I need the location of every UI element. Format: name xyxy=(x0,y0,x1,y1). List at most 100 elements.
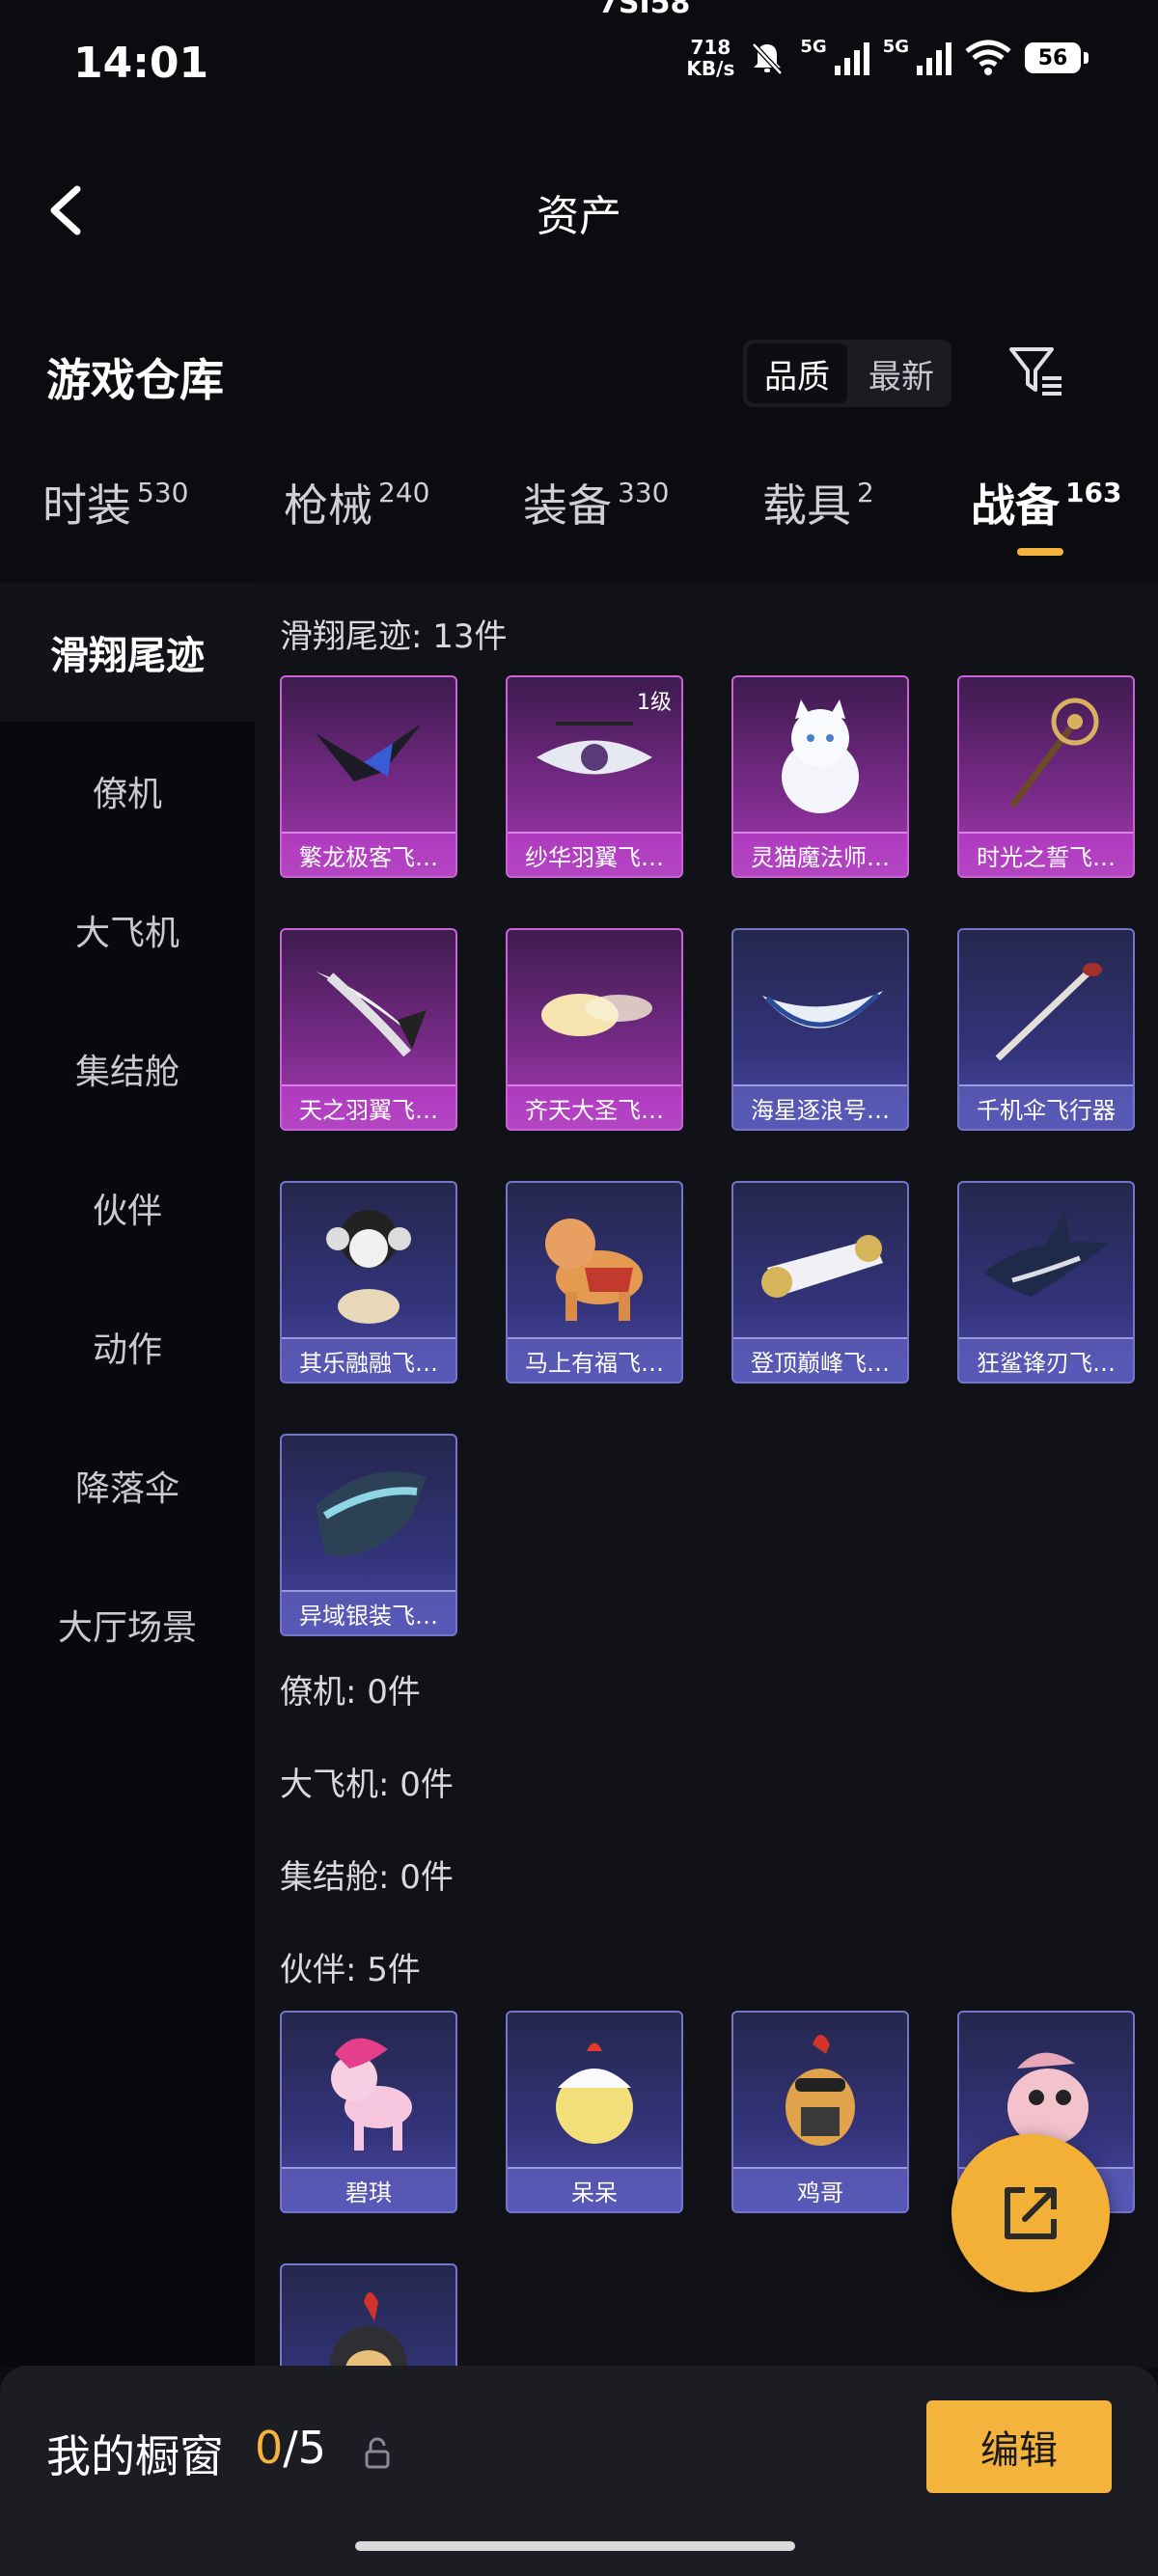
tab-battle-prep[interactable]: 战备 163 xyxy=(971,471,1122,556)
item-card[interactable]: 呆呆 xyxy=(506,2011,683,2213)
group-header-glide: 滑翔尾迹: 13件 xyxy=(280,617,508,656)
item-name: 海星逐浪号… xyxy=(733,1084,907,1129)
item-card[interactable]: 千机伞飞行器 xyxy=(957,928,1135,1131)
sidebar-item-assembly-pod[interactable]: 集结舱 xyxy=(0,1000,255,1138)
tab-equipment[interactable]: 装备 330 xyxy=(523,471,669,534)
tab-guns[interactable]: 枪械 240 xyxy=(284,471,429,534)
status-bar: 14:01 7SI58 718 KB/s 5G 5G 56 xyxy=(0,0,1158,125)
signal-icon-2 xyxy=(917,41,951,75)
sidebar-item-glide-trail[interactable]: 滑翔尾迹 xyxy=(0,583,255,722)
item-image xyxy=(959,1183,1133,1343)
group-header-partner: 伙伴: 5件 xyxy=(280,1951,421,1989)
sidebar: 滑翔尾迹 僚机 大飞机 集结舱 伙伴 动作 降落伞 大厅场景 xyxy=(0,583,255,2368)
item-name: 马上有福飞… xyxy=(508,1337,681,1382)
item-name: 登顶巅峰飞… xyxy=(733,1337,907,1382)
group-header-wingman: 僚机: 0件 xyxy=(280,1673,421,1712)
tab-label: 枪械 xyxy=(284,480,372,532)
tab-label: 时装 xyxy=(42,480,131,532)
sort-quality-button[interactable]: 品质 xyxy=(747,343,847,403)
item-card[interactable]: 碧琪 xyxy=(280,2011,457,2213)
sidebar-item-wingman[interactable]: 僚机 xyxy=(0,722,255,861)
item-card[interactable]: 繁龙极客飞… xyxy=(280,675,457,878)
item-name: 狂鲨锋刃飞… xyxy=(959,1337,1133,1382)
showcase-label: 我的橱窗 xyxy=(46,2430,224,2482)
item-name: 异域银装飞… xyxy=(282,1590,455,1634)
item-name: 繁龙极客飞… xyxy=(282,832,455,876)
network-speed: 718 KB/s xyxy=(686,37,734,79)
showcase-count: 0/5 xyxy=(255,2422,326,2474)
item-card[interactable]: 齐天大圣飞… xyxy=(506,928,683,1131)
item-image xyxy=(282,2013,455,2173)
signal-icon-1 xyxy=(834,41,869,75)
item-card[interactable]: 其乐融融飞… xyxy=(280,1181,457,1384)
tab-count: 530 xyxy=(137,477,189,508)
wifi-icon xyxy=(965,40,1011,75)
item-name: 其乐融融飞… xyxy=(282,1337,455,1382)
item-card[interactable]: 异域银装飞… xyxy=(280,1434,457,1636)
item-card[interactable] xyxy=(280,2263,457,2368)
item-image xyxy=(733,2013,907,2173)
battery-icon: 56 xyxy=(1025,42,1089,73)
tab-label: 载具 xyxy=(762,480,851,532)
item-name: 灵猫魔法师… xyxy=(733,832,907,876)
sidebar-item-parachute[interactable]: 降落伞 xyxy=(0,1416,255,1555)
item-name: 鸡哥 xyxy=(733,2167,907,2211)
net-5g-1: 5G xyxy=(800,37,827,57)
item-card[interactable]: 狂鲨锋刃飞… xyxy=(957,1181,1135,1384)
item-name: 齐天大圣飞… xyxy=(508,1084,681,1129)
item-image xyxy=(282,1436,455,1596)
item-card[interactable]: 鸡哥 xyxy=(731,2011,909,2213)
lock-icon xyxy=(365,2437,390,2469)
sidebar-item-lobby-scene[interactable]: 大厅场景 xyxy=(0,1555,255,1694)
item-name: 碧琪 xyxy=(282,2167,455,2211)
tab-count: 163 xyxy=(1065,477,1122,508)
item-image xyxy=(282,1183,455,1343)
item-name: 千机伞飞行器 xyxy=(959,1084,1133,1129)
section-title: 游戏仓库 xyxy=(46,354,224,406)
network-speed-value: 718 xyxy=(690,36,731,59)
tab-fashion[interactable]: 时装 530 xyxy=(42,471,188,534)
home-indicator xyxy=(355,2541,795,2551)
tab-label: 装备 xyxy=(523,480,612,532)
tab-count: 2 xyxy=(857,477,874,508)
item-image xyxy=(959,677,1133,837)
item-name: 天之羽翼飞… xyxy=(282,1084,455,1129)
item-card[interactable]: 1级 纱华羽翼飞… xyxy=(506,675,683,878)
sidebar-item-big-plane[interactable]: 大飞机 xyxy=(0,861,255,1000)
mute-bell-icon xyxy=(752,42,784,75)
network-speed-unit: KB/s xyxy=(686,57,735,80)
item-image xyxy=(733,1183,907,1343)
status-carrier-text: 7SI58 xyxy=(598,0,691,20)
sidebar-item-partner[interactable]: 伙伴 xyxy=(0,1138,255,1277)
item-image xyxy=(733,677,907,837)
item-card[interactable]: 马上有福飞… xyxy=(506,1181,683,1384)
sidebar-item-emote[interactable]: 动作 xyxy=(0,1277,255,1416)
tab-active-indicator xyxy=(1017,548,1063,556)
item-level-badge: 1级 xyxy=(637,691,672,715)
item-card[interactable]: 海星逐浪号… xyxy=(731,928,909,1131)
sort-toggle: 品质 最新 xyxy=(743,340,951,407)
item-image xyxy=(282,2265,455,2368)
showcase-total: /5 xyxy=(283,2422,327,2474)
tab-vehicles[interactable]: 载具 2 xyxy=(762,471,874,534)
item-image xyxy=(959,930,1133,1090)
status-icons: 718 KB/s 5G 5G 56 xyxy=(686,37,1089,79)
share-button[interactable] xyxy=(951,2134,1110,2292)
tab-count: 240 xyxy=(378,477,430,508)
item-name: 时光之誓飞… xyxy=(959,832,1133,876)
status-time: 14:01 xyxy=(73,39,209,88)
showcase-current: 0 xyxy=(255,2422,284,2474)
sort-newest-button[interactable]: 最新 xyxy=(851,340,951,407)
item-image xyxy=(282,677,455,837)
filter-icon[interactable] xyxy=(1004,340,1067,403)
item-card[interactable]: 时光之誓飞… xyxy=(957,675,1135,878)
item-card[interactable]: 灵猫魔法师… xyxy=(731,675,909,878)
item-card[interactable]: 天之羽翼飞… xyxy=(280,928,457,1131)
edit-button[interactable]: 编辑 xyxy=(926,2400,1112,2493)
item-card[interactable]: 登顶巅峰飞… xyxy=(731,1181,909,1384)
item-grid-panel: 滑翔尾迹: 13件 繁龙极客飞… 1级 纱华羽翼飞… 灵猫魔法师… 时光之誓飞… 天之羽翼… xyxy=(255,583,1158,2368)
item-image xyxy=(508,2013,681,2173)
tab-label: 战备 xyxy=(971,480,1060,532)
group-header-assembly: 集结舱: 0件 xyxy=(280,1858,454,1897)
category-tabs: 时装 530 枪械 240 装备 330 载具 2 战备 163 xyxy=(0,471,1158,567)
